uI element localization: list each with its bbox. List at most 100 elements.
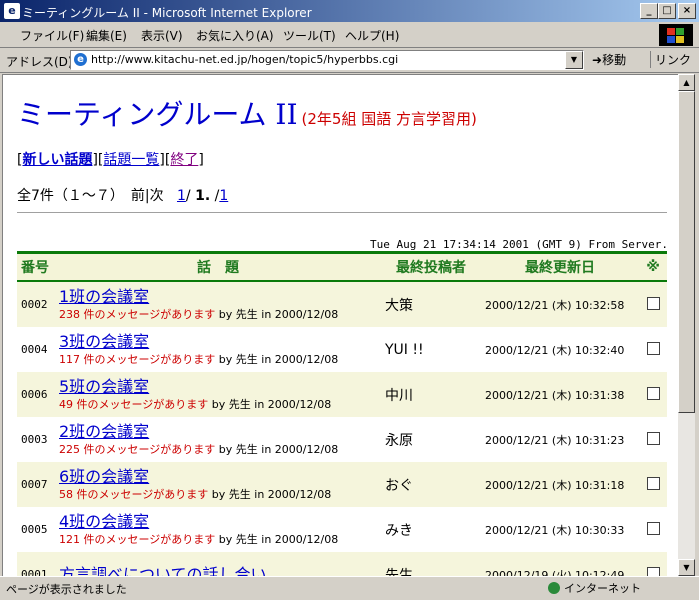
topic-link[interactable]: 3班の会議室 xyxy=(59,332,377,351)
row-num: 0005 xyxy=(21,523,48,536)
table-row: 0002 1班の会議室 238 件のメッセージがあります by 先生 in 200… xyxy=(17,281,667,327)
address-dropdown-button[interactable]: ▼ xyxy=(565,51,583,69)
row-topic: 方言調べについての話し合い xyxy=(55,552,381,577)
posted-by: by 先生 in 2000/12/08 xyxy=(215,352,339,366)
page-subtitle: (2年5組 国語 方言学習用) xyxy=(301,110,477,128)
menu-help[interactable]: ヘルプ(H) xyxy=(345,27,399,44)
page-content: ミーティングルーム II (2年5組 国語 方言学習用) [新しい話題][話題一覧… xyxy=(2,74,679,578)
page-sep-1: / xyxy=(185,188,191,204)
row-checkbox[interactable] xyxy=(639,417,667,462)
row-updated: 2000/12/21 (木) 10:31:38 xyxy=(485,388,625,402)
message-count: 225 件のメッセージがあります xyxy=(59,442,216,456)
posted-by: by 先生 in 2000/12/08 xyxy=(215,307,339,321)
header-topic: 話 題 xyxy=(55,251,381,282)
menu-tools[interactable]: ツール(T) xyxy=(283,27,336,44)
message-count: 121 件のメッセージがあります xyxy=(59,532,216,546)
table-row: 0007 6班の会議室 58 件のメッセージがあります by 先生 in 2000… xyxy=(17,462,667,507)
posted-by: by 先生 in 2000/12/08 xyxy=(215,442,339,456)
row-topic: 5班の会議室 49 件のメッセージがあります by 先生 in 2000/12/0… xyxy=(55,372,381,417)
row-author: YUI !! xyxy=(385,341,424,358)
page-link-first[interactable]: 1 xyxy=(177,188,186,204)
item-count: 全7件（１～７） 前|次 1/ 1. /1 xyxy=(17,185,228,205)
message-count: 49 件のメッセージがあります xyxy=(59,397,209,411)
windows-logo-icon xyxy=(659,24,693,46)
row-topic: 1班の会議室 238 件のメッセージがあります by 先生 in 2000/12/… xyxy=(55,281,381,327)
go-label: 移動 xyxy=(602,53,627,67)
row-checkbox[interactable] xyxy=(639,507,667,552)
posted-by: by 先生 in 2000/12/08 xyxy=(208,487,332,501)
menu-view[interactable]: 表示(V) xyxy=(141,27,183,44)
zone-indicator: インターネット xyxy=(548,580,641,596)
address-bar: アドレス(D) e http://www.kitachu-net.ed.jp/h… xyxy=(0,48,699,73)
address-label: アドレス(D) xyxy=(6,55,73,69)
row-author: 大策 xyxy=(385,297,413,314)
row-updated: 2000/12/21 (木) 10:32:58 xyxy=(485,298,625,312)
message-count: 117 件のメッセージがあります xyxy=(59,352,216,366)
topic-link[interactable]: 2班の会議室 xyxy=(59,422,377,441)
row-author: 永原 xyxy=(385,432,413,449)
status-text: ページが表示されました xyxy=(6,583,127,596)
topic-list-link[interactable]: 話題一覧 xyxy=(103,152,159,168)
table-row: 0004 3班の会議室 117 件のメッセージがあります by 先生 in 200… xyxy=(17,327,667,372)
table-row: 0006 5班の会議室 49 件のメッセージがあります by 先生 in 2000… xyxy=(17,372,667,417)
row-topic: 2班の会議室 225 件のメッセージがあります by 先生 in 2000/12/… xyxy=(55,417,381,462)
page-link-last[interactable]: 1 xyxy=(219,188,228,204)
scroll-up-icon[interactable]: ▲ xyxy=(678,74,695,91)
go-button[interactable]: ➜移動 xyxy=(592,51,626,68)
menu-edit[interactable]: 編集(E) xyxy=(86,27,127,44)
nav-links: [新しい話題][話題一覧][終了] xyxy=(17,152,204,168)
row-num: 0001 xyxy=(21,568,48,578)
globe-icon xyxy=(548,582,560,594)
count-text: 全7件（１～７） 前|次 xyxy=(17,188,164,204)
row-checkbox[interactable] xyxy=(639,281,667,327)
row-topic: 4班の会議室 121 件のメッセージがあります by 先生 in 2000/12/… xyxy=(55,507,381,552)
minimize-button[interactable]: _ xyxy=(640,3,658,19)
end-link[interactable]: 終了 xyxy=(170,152,198,168)
menu-file[interactable]: ファイル(F) xyxy=(20,27,84,44)
row-num: 0003 xyxy=(21,433,48,446)
row-updated: 2000/12/21 (木) 10:30:33 xyxy=(485,523,625,537)
zone-label: インターネット xyxy=(564,582,641,595)
message-count: 58 件のメッセージがあります xyxy=(59,487,209,501)
scroll-down-icon[interactable]: ▼ xyxy=(678,559,695,576)
maximize-button[interactable]: □ xyxy=(658,3,676,19)
topic-link[interactable]: 5班の会議室 xyxy=(59,377,377,396)
title-bar: e ミーティングルーム II - Microsoft Internet Expl… xyxy=(0,0,699,22)
header-updated: 最終更新日 xyxy=(481,251,639,282)
row-checkbox[interactable] xyxy=(639,552,667,577)
menu-bar: ファイル(F) 編集(E) 表示(V) お気に入り(A) ツール(T) ヘルプ(… xyxy=(0,22,699,48)
divider xyxy=(17,212,667,213)
status-bar: ページが表示されました インターネット xyxy=(0,576,699,600)
row-updated: 2000/12/21 (木) 10:31:18 xyxy=(485,478,625,492)
table-row: 0005 4班の会議室 121 件のメッセージがあります by 先生 in 200… xyxy=(17,507,667,552)
posted-by: by 先生 in 2000/12/08 xyxy=(215,532,339,546)
scroll-thumb[interactable] xyxy=(678,91,695,413)
row-topic: 6班の会議室 58 件のメッセージがあります by 先生 in 2000/12/0… xyxy=(55,462,381,507)
menu-favorites[interactable]: お気に入り(A) xyxy=(196,27,274,44)
address-input[interactable]: e http://www.kitachu-net.ed.jp/hogen/top… xyxy=(70,50,584,70)
page-current: 1. xyxy=(195,188,211,204)
header-num: 番号 xyxy=(17,251,55,282)
row-checkbox[interactable] xyxy=(639,372,667,417)
row-num: 0007 xyxy=(21,478,48,491)
row-num: 0006 xyxy=(21,388,48,401)
links-button[interactable]: リンク xyxy=(650,51,691,68)
new-topic-link[interactable]: 新しい話題 xyxy=(22,152,92,168)
vertical-scrollbar[interactable]: ▲ ▼ xyxy=(678,74,695,576)
window-title: ミーティングルーム II - Microsoft Internet Explor… xyxy=(22,6,312,20)
row-updated: 2000/12/19 (火) 10:12:49 xyxy=(485,568,625,578)
topic-link[interactable]: 4班の会議室 xyxy=(59,512,377,531)
header-mark: ※ xyxy=(639,251,667,282)
close-button[interactable]: × xyxy=(678,3,696,19)
row-checkbox[interactable] xyxy=(639,327,667,372)
topic-link[interactable]: 1班の会議室 xyxy=(59,287,377,306)
ie-app-icon: e xyxy=(4,3,20,19)
row-checkbox[interactable] xyxy=(639,462,667,507)
row-num: 0004 xyxy=(21,343,48,356)
row-author: 先生 xyxy=(385,567,413,578)
table-row: 0001 方言調べについての話し合い 先生 2000/12/19 (火) 10:… xyxy=(17,552,667,578)
row-author: おぐ xyxy=(385,477,413,494)
address-url[interactable]: http://www.kitachu-net.ed.jp/hogen/topic… xyxy=(91,53,398,66)
topic-link[interactable]: 6班の会議室 xyxy=(59,467,377,486)
go-arrow-icon: ➜ xyxy=(592,53,603,67)
